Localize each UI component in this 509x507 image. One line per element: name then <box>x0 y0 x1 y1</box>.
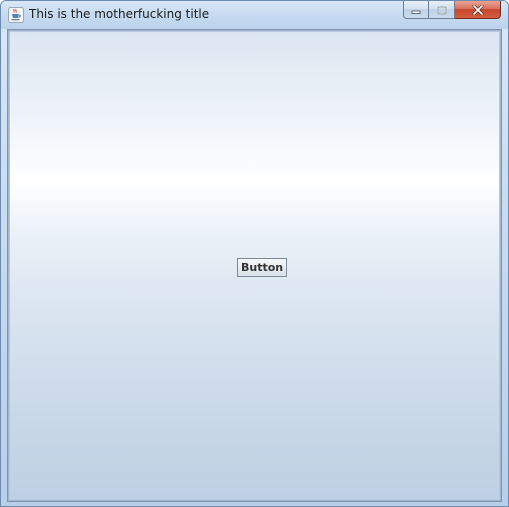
minimize-button[interactable] <box>403 1 429 19</box>
maximize-button[interactable] <box>429 1 455 19</box>
application-window: This is the motherfucking title Button <box>0 0 509 507</box>
java-coffee-cup-icon[interactable] <box>8 7 24 23</box>
title-bar[interactable]: This is the motherfucking title <box>1 1 508 29</box>
window-title: This is the motherfucking title <box>29 7 210 21</box>
close-button[interactable] <box>455 1 501 19</box>
content-pane: Button <box>9 31 500 500</box>
caption-buttons <box>403 1 501 20</box>
close-icon <box>472 1 484 19</box>
maximize-icon <box>436 1 447 19</box>
minimize-icon <box>411 1 421 19</box>
content-frame: Button <box>7 29 502 502</box>
main-button[interactable]: Button <box>237 258 288 277</box>
